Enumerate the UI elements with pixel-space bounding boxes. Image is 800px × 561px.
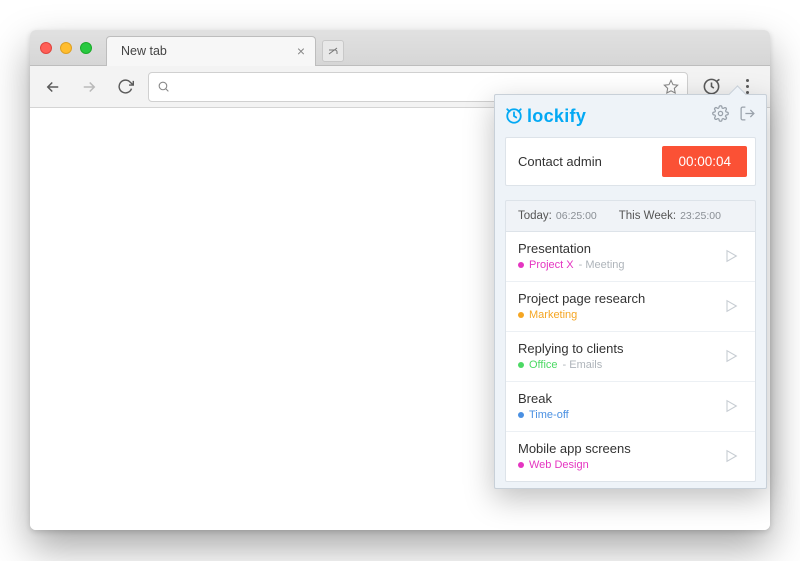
entry-title: Replying to clients xyxy=(518,341,624,356)
time-entry[interactable]: Mobile app screens Web Design xyxy=(506,431,755,481)
window-controls xyxy=(40,42,92,54)
project-color-dot xyxy=(518,412,524,418)
play-icon xyxy=(723,298,739,314)
entries-list: Presentation Project X - Meeting Project… xyxy=(505,231,756,482)
search-icon xyxy=(157,80,170,93)
time-entry[interactable]: Replying to clients Office - Emails xyxy=(506,331,755,381)
entry-title: Break xyxy=(518,391,569,406)
tab-bar: New tab × xyxy=(30,30,770,66)
start-entry-button[interactable] xyxy=(719,244,743,268)
new-tab-button[interactable] xyxy=(322,40,344,62)
project-color-dot xyxy=(518,262,524,268)
time-entry[interactable]: Break Time-off xyxy=(506,381,755,431)
tab-title: New tab xyxy=(121,44,167,58)
logout-icon xyxy=(739,105,756,122)
entry-project: Project X xyxy=(529,259,574,271)
address-input[interactable] xyxy=(178,79,655,94)
entry-project: Web Design xyxy=(529,459,589,471)
brand-text: lockify xyxy=(527,106,586,127)
entry-title: Presentation xyxy=(518,241,625,256)
current-task-name[interactable]: Contact admin xyxy=(518,154,602,169)
logout-button[interactable] xyxy=(739,105,756,127)
time-entry[interactable]: Project page research Marketing xyxy=(506,281,755,331)
current-entry: Contact admin 00:00:04 xyxy=(505,137,756,186)
start-entry-button[interactable] xyxy=(719,444,743,468)
forward-button[interactable] xyxy=(76,74,102,100)
reload-button[interactable] xyxy=(112,74,138,100)
browser-window: New tab × xyxy=(30,30,770,530)
play-icon xyxy=(723,448,739,464)
summary-today-label: Today: xyxy=(518,210,552,222)
start-entry-button[interactable] xyxy=(719,394,743,418)
entry-subtext: - Meeting xyxy=(579,259,625,271)
entry-subtext: - Emails xyxy=(563,359,603,371)
summary-week-label: This Week: xyxy=(619,210,676,222)
timer-stop-button[interactable]: 00:00:04 xyxy=(662,146,747,177)
clock-icon xyxy=(505,107,523,125)
entry-project: Time-off xyxy=(529,409,569,421)
minimize-window-button[interactable] xyxy=(60,42,72,54)
project-color-dot xyxy=(518,362,524,368)
clockify-logo: lockify xyxy=(505,106,586,127)
start-entry-button[interactable] xyxy=(719,294,743,318)
entry-title: Project page research xyxy=(518,291,645,306)
close-window-button[interactable] xyxy=(40,42,52,54)
entry-project: Office xyxy=(529,359,558,371)
browser-tab[interactable]: New tab × xyxy=(106,36,316,66)
popup-header: lockify xyxy=(505,105,756,127)
play-icon xyxy=(723,348,739,364)
back-button[interactable] xyxy=(40,74,66,100)
project-color-dot xyxy=(518,312,524,318)
time-entry[interactable]: Presentation Project X - Meeting xyxy=(506,232,755,281)
summary-bar: Today: 06:25:00 This Week: 23:25:00 xyxy=(505,200,756,231)
entry-project: Marketing xyxy=(529,309,577,321)
play-icon xyxy=(723,248,739,264)
project-color-dot xyxy=(518,462,524,468)
settings-button[interactable] xyxy=(712,105,729,127)
summary-week-value: 23:25:00 xyxy=(680,210,721,222)
start-entry-button[interactable] xyxy=(719,344,743,368)
summary-today: Today: 06:25:00 xyxy=(518,210,597,222)
entry-title: Mobile app screens xyxy=(518,441,631,456)
play-icon xyxy=(723,398,739,414)
tab-close-button[interactable]: × xyxy=(297,44,305,58)
summary-week: This Week: 23:25:00 xyxy=(619,210,721,222)
summary-today-value: 06:25:00 xyxy=(556,210,597,222)
clockify-popup: lockify Contact admin 00:00:04 Today: 06:… xyxy=(494,94,767,489)
bookmark-star-icon[interactable] xyxy=(663,79,679,95)
maximize-window-button[interactable] xyxy=(80,42,92,54)
gear-icon xyxy=(712,105,729,122)
